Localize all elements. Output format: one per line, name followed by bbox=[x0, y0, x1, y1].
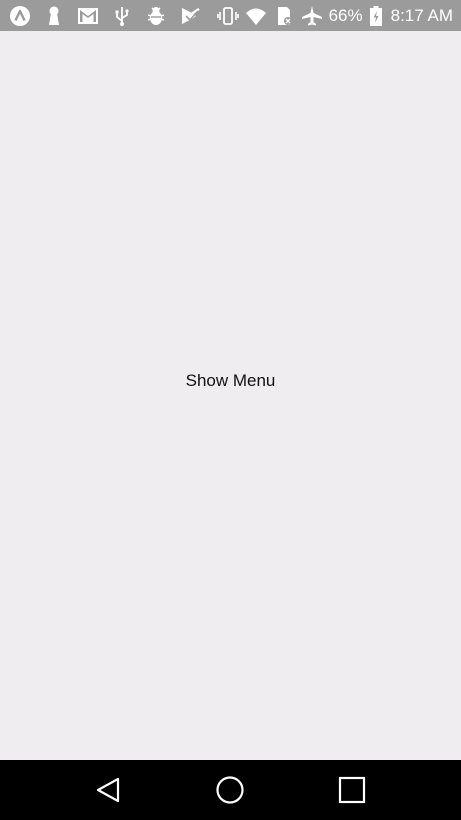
battery-percent: 66% bbox=[328, 6, 363, 25]
sd-card-icon bbox=[273, 5, 295, 27]
notification-icons bbox=[9, 4, 201, 27]
battery-charging-icon bbox=[369, 5, 383, 27]
bug-icon bbox=[145, 5, 167, 27]
gmail-icon bbox=[77, 5, 99, 27]
app-a-icon bbox=[9, 5, 31, 27]
back-icon[interactable] bbox=[90, 772, 126, 808]
vibrate-icon bbox=[216, 5, 239, 27]
usb-icon bbox=[111, 5, 133, 27]
wifi-icon bbox=[245, 5, 267, 27]
navigation-bar bbox=[0, 760, 461, 820]
clock: 8:17 AM bbox=[390, 6, 453, 25]
recents-icon[interactable] bbox=[334, 772, 370, 808]
show-menu-button[interactable]: Show Menu bbox=[0, 361, 461, 401]
play-store-icon bbox=[179, 5, 201, 27]
airplane-icon bbox=[301, 5, 323, 27]
status-bar: 66% 8:17 AM bbox=[0, 0, 461, 31]
main-content: Show Menu bbox=[0, 31, 461, 760]
keyhole-icon bbox=[43, 5, 65, 27]
system-status-icons: 66% 8:17 AM bbox=[216, 4, 453, 27]
home-icon[interactable] bbox=[212, 772, 248, 808]
phone-screen: 66% 8:17 AM Show Menu bbox=[0, 0, 461, 820]
